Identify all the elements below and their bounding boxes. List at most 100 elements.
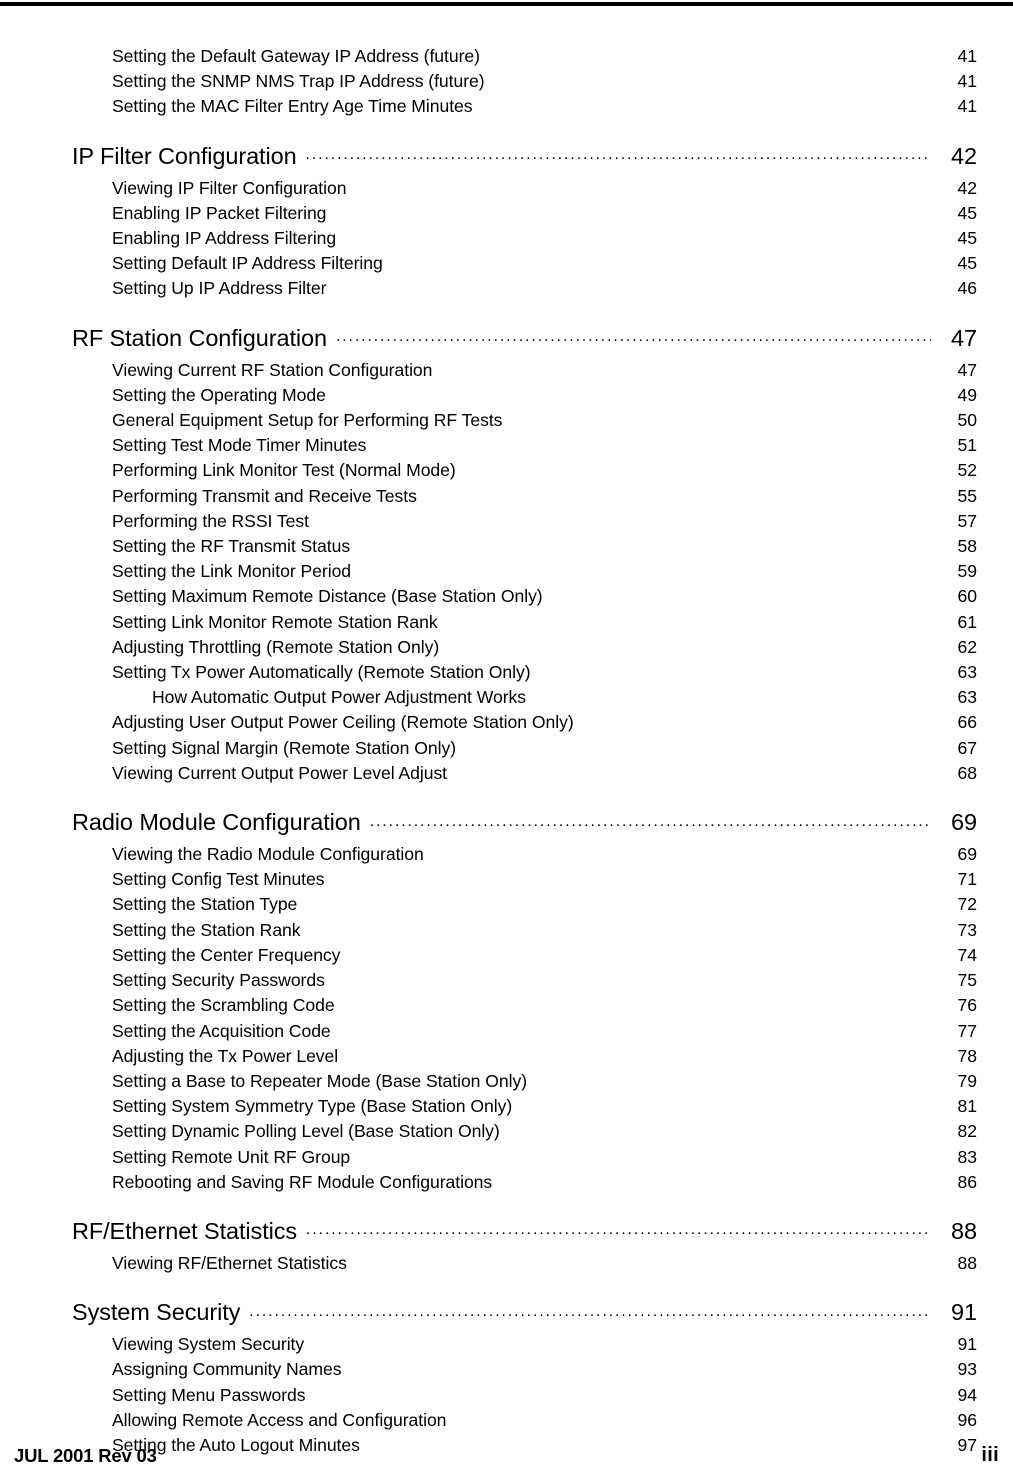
- toc-entry-title: General Equipment Setup for Performing R…: [112, 410, 503, 431]
- toc-entry-row[interactable]: Viewing RF/Ethernet Statistics 88: [0, 1251, 1013, 1276]
- toc-entry-row[interactable]: Setting System Symmetry Type (Base Stati…: [0, 1094, 1013, 1119]
- toc-section-title: Radio Module Configuration: [72, 809, 361, 836]
- toc-entry-title: Setting the Station Type: [112, 894, 298, 915]
- toc-entry-title: How Automatic Output Power Adjustment Wo…: [152, 687, 526, 708]
- toc-entry-title: Viewing IP Filter Configuration: [112, 177, 347, 198]
- toc-entry-row[interactable]: Enabling IP Address Filtering 45: [0, 226, 1013, 251]
- toc-entry-page-number: 58: [957, 536, 978, 557]
- toc-entry-row[interactable]: Adjusting User Output Power Ceiling (Rem…: [0, 710, 1013, 735]
- toc-entry-row[interactable]: Setting the Default Gateway IP Address (…: [0, 44, 1013, 69]
- toc-entry-row[interactable]: Adjusting the Tx Power Level 78: [0, 1044, 1013, 1069]
- toc-entry-page-number: 79: [957, 1070, 978, 1091]
- toc-entry-row[interactable]: Setting the Center Frequency 74: [0, 943, 1013, 968]
- toc-entry-title: Setting Test Mode Timer Minutes: [112, 435, 367, 456]
- toc-entry-row[interactable]: Setting the RF Transmit Status 58: [0, 534, 1013, 559]
- toc-entry-page-number: 71: [957, 869, 978, 890]
- toc-entry-page-number: 45: [957, 228, 978, 249]
- toc-entry-title: Setting the MAC Filter Entry Age Time Mi…: [112, 96, 473, 117]
- toc-entry-row[interactable]: Enabling IP Packet Filtering 45: [0, 201, 1013, 226]
- toc-section-row[interactable]: System Security 91: [0, 1292, 1013, 1332]
- toc-entry-row[interactable]: Setting Remote Unit RF Group 83: [0, 1145, 1013, 1170]
- toc-section-row[interactable]: IP Filter Configuration 42: [0, 136, 1013, 176]
- toc-entry-row[interactable]: Assigning Community Names 93: [0, 1357, 1013, 1382]
- toc-entry-page-number: 59: [957, 561, 978, 582]
- toc-entry-page-number: 60: [957, 586, 978, 607]
- toc-entry-title: Viewing Current RF Station Configuration: [112, 359, 433, 380]
- footer-revision-text: JUL 2001 Rev 03: [14, 1445, 157, 1466]
- footer-page-number: iii: [981, 1444, 999, 1466]
- toc-entry-row[interactable]: Setting the MAC Filter Entry Age Time Mi…: [0, 94, 1013, 119]
- toc-entry-row[interactable]: Setting Menu Passwords 94: [0, 1383, 1013, 1408]
- toc-entry-page-number: 94: [957, 1384, 978, 1405]
- toc-entry-row[interactable]: Viewing Current Output Power Level Adjus…: [0, 761, 1013, 786]
- toc-entry-page-number: 86: [957, 1171, 978, 1192]
- toc-entry-row[interactable]: Setting the SNMP NMS Trap IP Address (fu…: [0, 69, 1013, 94]
- toc-entry-page-number: 57: [957, 510, 978, 531]
- toc-entry-title: Adjusting User Output Power Ceiling (Rem…: [112, 712, 574, 733]
- toc-entry-row[interactable]: Adjusting Throttling (Remote Station Onl…: [0, 635, 1013, 660]
- toc-entry-row[interactable]: Performing Transmit and Receive Tests 55: [0, 484, 1013, 509]
- toc-entry-title: Adjusting Throttling (Remote Station Onl…: [112, 636, 440, 657]
- toc-entry-row[interactable]: Setting Up IP Address Filter 46: [0, 276, 1013, 301]
- toc-entry-row[interactable]: Setting Maximum Remote Distance (Base St…: [0, 584, 1013, 609]
- toc-entry-title: Enabling IP Address Filtering: [112, 228, 337, 249]
- toc-entry-row[interactable]: Setting Security Passwords 75: [0, 968, 1013, 993]
- toc-section-row[interactable]: Radio Module Configuration 69: [0, 802, 1013, 842]
- toc-entry-page-number: 81: [957, 1096, 978, 1117]
- toc-entry-page-number: 41: [957, 46, 978, 66]
- toc-entry-row[interactable]: Setting the Scrambling Code 76: [0, 993, 1013, 1018]
- toc-entry-title: Assigning Community Names: [112, 1359, 342, 1380]
- toc-entry-row[interactable]: Setting the Station Type 72: [0, 892, 1013, 917]
- toc-entry-title: Setting the Default Gateway IP Address (…: [112, 46, 480, 66]
- toc-entry-row[interactable]: Performing the RSSI Test 57: [0, 509, 1013, 534]
- dot-leader: [306, 1215, 931, 1239]
- toc-entry-row[interactable]: Setting Test Mode Timer Minutes 51: [0, 433, 1013, 458]
- toc-entry-page-number: 67: [957, 737, 978, 758]
- toc-entry-row[interactable]: Performing Link Monitor Test (Normal Mod…: [0, 458, 1013, 483]
- toc-section-title: IP Filter Configuration: [72, 142, 297, 169]
- toc-entry-row[interactable]: Rebooting and Saving RF Module Configura…: [0, 1170, 1013, 1195]
- toc-entry-page-number: 49: [957, 384, 978, 405]
- toc-entry-row[interactable]: General Equipment Setup for Performing R…: [0, 408, 1013, 433]
- toc-entry-page-number: 45: [957, 202, 978, 223]
- toc-entry-title: Setting System Symmetry Type (Base Stati…: [112, 1096, 513, 1117]
- toc-section-row[interactable]: RF/Ethernet Statistics 88: [0, 1211, 1013, 1251]
- toc-entry-page-number: 66: [957, 712, 978, 733]
- toc-entry-page-number: 62: [957, 636, 978, 657]
- toc-entry-row[interactable]: Setting Dynamic Polling Level (Base Stat…: [0, 1119, 1013, 1144]
- toc-entry-page-number: 41: [957, 96, 978, 117]
- toc-entry-title: Setting a Base to Repeater Mode (Base St…: [112, 1070, 528, 1091]
- toc-entry-title: Setting the Link Monitor Period: [112, 561, 352, 582]
- toc-entry-page-number: 63: [957, 687, 978, 708]
- toc-entry-row[interactable]: Setting a Base to Repeater Mode (Base St…: [0, 1069, 1013, 1094]
- dot-leader: [249, 1297, 931, 1321]
- toc-entry-row[interactable]: Setting Default IP Address Filtering 45: [0, 251, 1013, 276]
- toc-entry-page-number: 73: [957, 919, 978, 940]
- toc-entry-row[interactable]: Setting Tx Power Automatically (Remote S…: [0, 660, 1013, 685]
- toc-entry-page-number: 52: [957, 460, 978, 481]
- toc-section-row[interactable]: RF Station Configuration 47: [0, 318, 1013, 358]
- header-rule: [0, 2, 1013, 6]
- toc-entry-page-number: 82: [957, 1121, 978, 1142]
- toc-entry-row[interactable]: Setting Config Test Minutes 71: [0, 867, 1013, 892]
- toc-entry-row[interactable]: Setting the Station Rank 73: [0, 918, 1013, 943]
- toc-entry-row[interactable]: Viewing IP Filter Configuration 42: [0, 176, 1013, 201]
- toc-entry-title: Setting Config Test Minutes: [112, 869, 325, 890]
- toc-entry-page-number: 61: [957, 611, 978, 632]
- toc-section-title: RF/Ethernet Statistics: [72, 1217, 298, 1244]
- toc-entry-row[interactable]: Viewing the Radio Module Configuration 69: [0, 842, 1013, 867]
- toc-entry-row[interactable]: Setting the Operating Mode 49: [0, 383, 1013, 408]
- toc-entry-row[interactable]: How Automatic Output Power Adjustment Wo…: [0, 685, 1013, 710]
- toc-entry-row[interactable]: Setting the Link Monitor Period 59: [0, 559, 1013, 584]
- toc-entry-row[interactable]: Viewing System Security 91: [0, 1332, 1013, 1357]
- toc-entry-title: Rebooting and Saving RF Module Configura…: [112, 1171, 493, 1192]
- toc-entry-title: Performing the RSSI Test: [112, 510, 309, 531]
- toc-entry-row[interactable]: Setting the Acquisition Code 77: [0, 1019, 1013, 1044]
- toc-entry-title: Performing Link Monitor Test (Normal Mod…: [112, 460, 456, 481]
- toc-section-title: RF Station Configuration: [72, 324, 327, 351]
- toc-entry-row[interactable]: Viewing Current RF Station Configuration…: [0, 358, 1013, 383]
- toc-entry-page-number: 75: [957, 970, 978, 991]
- toc-entry-row[interactable]: Setting Signal Margin (Remote Station On…: [0, 736, 1013, 761]
- toc-entry-row[interactable]: Setting Link Monitor Remote Station Rank…: [0, 610, 1013, 635]
- toc-entry-page-number: 83: [957, 1146, 978, 1167]
